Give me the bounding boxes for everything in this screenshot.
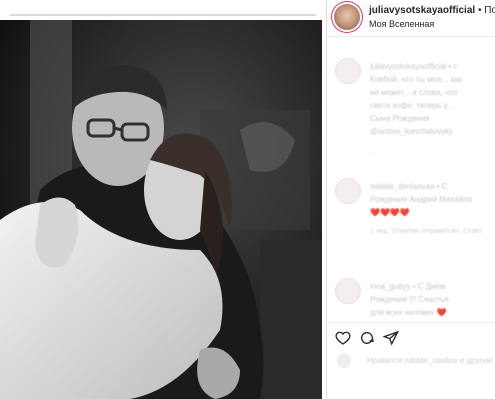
comment-line: свете кофе, теперь у... xyxy=(370,101,454,110)
comment-meta: ... xyxy=(370,148,376,155)
username-link[interactable]: juliavysotskayaofficial • По xyxy=(369,5,495,16)
post-actions xyxy=(335,330,495,348)
divider xyxy=(10,14,316,16)
liker-avatar xyxy=(337,354,351,368)
comment-line: не может... а слова, что xyxy=(370,88,458,97)
header-divider xyxy=(327,36,495,37)
comment-line: Рождения !!! Счастья xyxy=(370,295,449,304)
post-side-panel: juliavysotskayaofficial • По Моя Вселенн… xyxy=(327,0,495,399)
user-avatar[interactable] xyxy=(334,4,360,30)
comment-line: natalia_denisovaa • С xyxy=(370,182,448,191)
comment-meta: 1 нед. Отметки «Нравится»: Ответ xyxy=(370,228,483,235)
photo-illustration xyxy=(0,20,322,399)
commenter-avatar[interactable] xyxy=(335,58,361,84)
actions-divider xyxy=(327,322,495,323)
commenter-avatar[interactable] xyxy=(335,178,361,204)
comment-line: Рождения Андрей Махайло xyxy=(370,195,473,204)
comment-line: Сына Рождения xyxy=(370,114,430,123)
post-header: juliavysotskayaofficial • По Моя Вселенн… xyxy=(327,0,495,36)
heart-icon[interactable] xyxy=(335,330,351,346)
post-photo[interactable] xyxy=(0,20,322,399)
commenter-avatar[interactable] xyxy=(335,278,361,304)
comment-line: ❤️❤️❤️❤️ xyxy=(370,208,410,217)
username-text[interactable]: juliavysotskayaofficial xyxy=(369,5,475,16)
likes-summary[interactable]: Нравится natalie_rawlins и другим xyxy=(367,356,492,365)
media-topbar xyxy=(0,0,326,20)
post-media xyxy=(0,0,326,399)
comment-line: juliavysotskayaofficial • с xyxy=(370,62,458,71)
follow-button[interactable]: • По xyxy=(478,5,495,16)
comment-line: inna_gultyy • С Днём xyxy=(370,282,446,291)
share-icon[interactable] xyxy=(383,330,399,346)
comment-line: Ковбой, что ты моя... как xyxy=(370,75,463,84)
location-link[interactable]: Моя Вселенная xyxy=(369,19,434,29)
comment-icon[interactable] xyxy=(359,330,375,346)
comment-mention[interactable]: @andrei_konchalovsky xyxy=(370,125,494,138)
comment-line: для всех человек ❤️ xyxy=(370,308,447,317)
